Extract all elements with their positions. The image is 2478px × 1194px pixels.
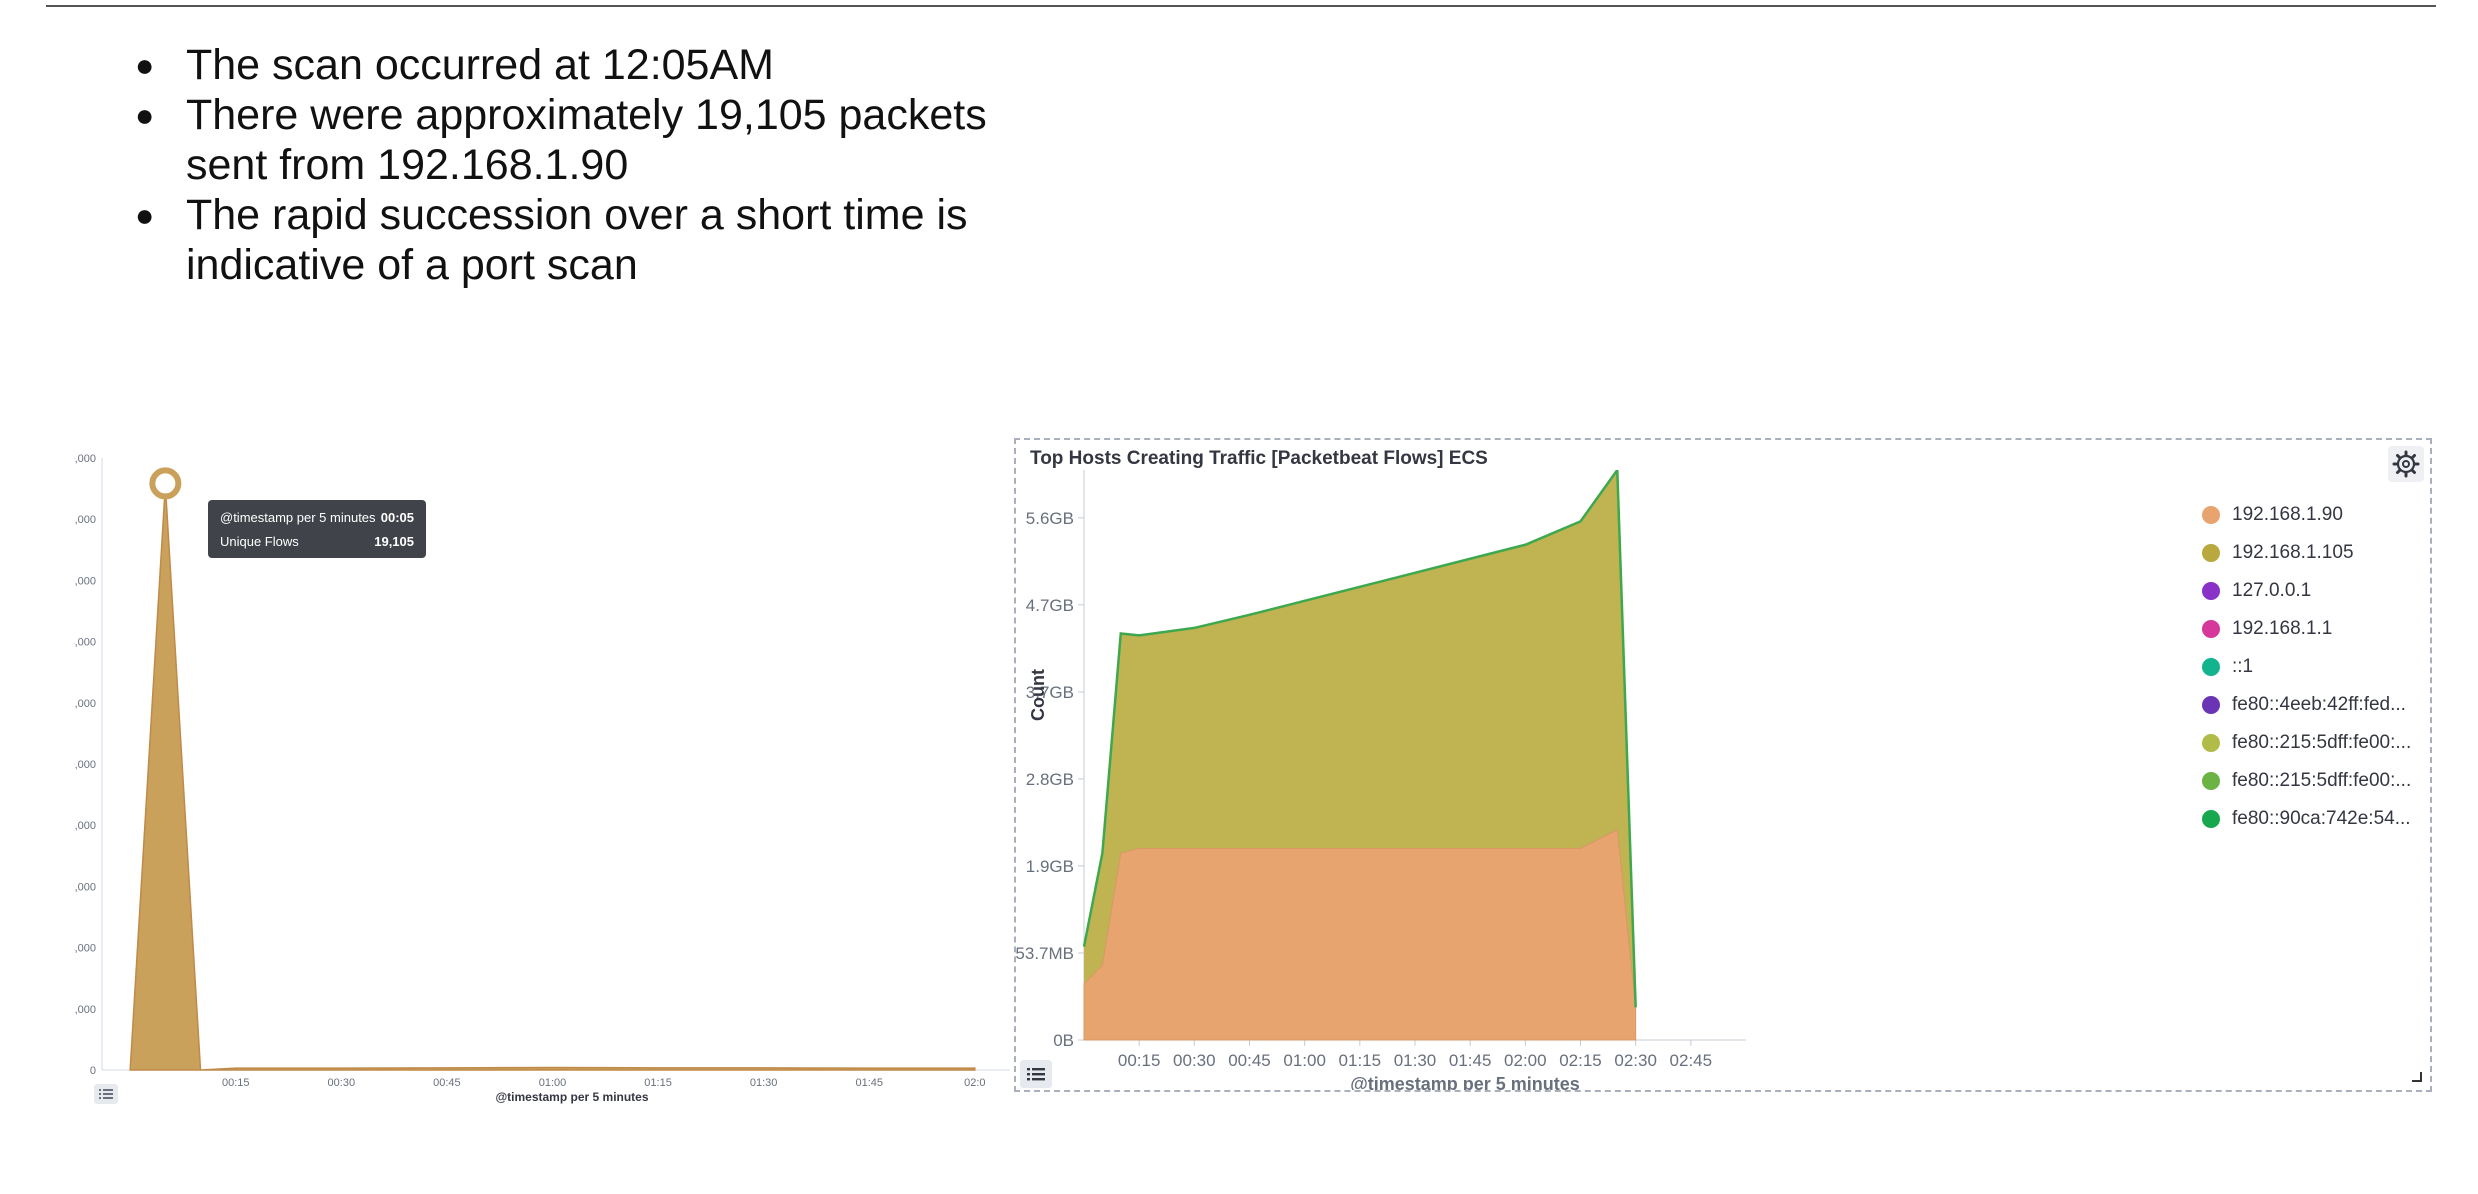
y-tick-label: 4,000 — [74, 943, 96, 955]
x-tick-label: 02:45 — [1670, 1051, 1713, 1070]
legend-item[interactable]: fe80::215:5dff:fe00:... — [2202, 762, 2411, 800]
list-icon — [99, 1089, 113, 1099]
x-tick-label: 02:00 — [1504, 1051, 1547, 1070]
y-tick-label: 14,000 — [74, 637, 96, 649]
y-axis-title: Count — [1028, 669, 1048, 721]
legend-label: 192.168.1.1 — [2232, 618, 2333, 639]
bullet-item: There were approximately 19,105 packets … — [130, 90, 1046, 190]
tooltip-label-timestamp: @timestamp per 5 minutes — [220, 510, 376, 525]
bullet-list: The scan occurred at 12:05AM There were … — [130, 40, 1046, 290]
x-tick-label: 00:45 — [433, 1077, 461, 1089]
x-tick-label: 02:15 — [1559, 1051, 1602, 1070]
legend-label: fe80::90ca:742e:54... — [2232, 808, 2411, 829]
x-tick-label: 00:30 — [328, 1077, 356, 1089]
x-tick-label: 02:0 — [964, 1077, 985, 1089]
legend-color-dot — [2202, 620, 2220, 638]
bullet-item: The rapid succession over a short time i… — [130, 190, 1046, 290]
x-tick-label: 01:15 — [1339, 1051, 1382, 1070]
panel-title: Top Hosts Creating Traffic [Packetbeat F… — [1030, 448, 1488, 469]
bullet-item: The scan occurred at 12:05AM — [130, 40, 1046, 90]
legend-label: 127.0.0.1 — [2232, 580, 2312, 601]
legend-color-dot — [2202, 734, 2220, 752]
y-tick-label: 2.8GB — [1026, 770, 1074, 789]
x-tick-label: 01:45 — [1449, 1051, 1492, 1070]
top-hosts-chart: 0B953.7MB1.9GB2.8GB3.7GB4.7GB5.6GB00:150… — [1016, 470, 1746, 1090]
tooltip-value-timestamp: 00:05 — [380, 510, 414, 525]
resize-handle[interactable] — [2412, 1072, 2422, 1082]
tooltip-value-flows: 19,105 — [374, 534, 414, 549]
x-tick-label: 00:30 — [1173, 1051, 1216, 1070]
top-hosts-panel: Top Hosts Creating Traffic [Packetbeat F… — [1014, 438, 2432, 1092]
list-icon — [1027, 1068, 1045, 1081]
legend-label: 192.168.1.105 — [2232, 542, 2354, 563]
x-tick-label: 02:30 — [1614, 1051, 1657, 1070]
x-axis-title: @timestamp per 5 minutes — [1350, 1074, 1580, 1090]
legend-label: fe80::215:5dff:fe00:... — [2232, 770, 2412, 791]
y-tick-label: 12,000 — [74, 698, 96, 710]
y-tick-label: 4.7GB — [1026, 596, 1074, 615]
legend-label: ::1 — [2232, 656, 2254, 677]
y-tick-label: 0 — [90, 1065, 96, 1077]
y-tick-label: 6,000 — [74, 881, 96, 893]
legend-label: fe80::215:5dff:fe00:... — [2232, 732, 2412, 753]
y-tick-label: 2,000 — [74, 1004, 96, 1016]
peak-marker — [149, 467, 182, 500]
legend-color-dot — [2202, 772, 2220, 790]
legend-item[interactable]: 192.168.1.1 — [2202, 610, 2411, 648]
y-tick-label: 953.7MB — [1016, 944, 1074, 963]
legend-item[interactable]: 192.168.1.105 — [2202, 534, 2411, 572]
legend-color-dot — [2202, 658, 2220, 676]
x-tick-label: 01:30 — [1394, 1051, 1437, 1070]
y-tick-label: 16,000 — [74, 575, 96, 587]
legend-toggle-button[interactable] — [1020, 1060, 1052, 1088]
unique-flows-panel: 0 2,000 4,000 6,000 8,000 10,000 12,000 14,000 1… — [74, 438, 1010, 1106]
y-tick-label: 1.9GB — [1026, 857, 1074, 876]
legend-color-dot — [2202, 696, 2220, 714]
panel-settings-button[interactable] — [2388, 446, 2424, 482]
x-tick-label: 01:00 — [1283, 1051, 1326, 1070]
legend-color-dot — [2202, 506, 2220, 524]
legend-item[interactable]: fe80::215:5dff:fe00:... — [2202, 724, 2411, 762]
legend-item[interactable]: ::1 — [2202, 648, 2411, 686]
y-tick-label: 0B — [1053, 1031, 1074, 1050]
x-tick-label: 01:00 — [539, 1077, 567, 1089]
x-tick-label: 01:45 — [855, 1077, 883, 1089]
legend-toggle-button[interactable] — [94, 1084, 118, 1104]
legend-color-dot — [2202, 544, 2220, 562]
top-divider — [46, 5, 2436, 7]
legend-color-dot — [2202, 810, 2220, 828]
series-area-192-168-1-90 — [1083, 828, 1637, 1041]
y-tick-label: 5.6GB — [1026, 509, 1074, 528]
legend-color-dot — [2202, 582, 2220, 600]
tooltip-label-flows: Unique Flows — [220, 534, 299, 549]
x-tick-label: 01:30 — [750, 1077, 778, 1089]
y-tick-label: 20,000 — [74, 453, 96, 465]
legend-item[interactable]: fe80::90ca:742e:54... — [2202, 800, 2411, 838]
x-tick-label: 00:45 — [1228, 1051, 1271, 1070]
flows-area — [129, 485, 976, 1071]
gear-icon — [2392, 450, 2420, 478]
x-axis-title: @timestamp per 5 minutes — [495, 1090, 648, 1104]
y-tick-label: 10,000 — [74, 759, 96, 771]
legend-item[interactable]: 192.168.1.90 — [2202, 496, 2411, 534]
legend-item[interactable]: 127.0.0.1 — [2202, 572, 2411, 610]
legend-label: fe80::4eeb:42ff:fed... — [2232, 694, 2406, 715]
legend-item[interactable]: fe80::4eeb:42ff:fed... — [2202, 686, 2411, 724]
x-tick-label: 01:15 — [644, 1077, 672, 1089]
x-tick-label: 00:15 — [222, 1077, 250, 1089]
chart-tooltip: @timestamp per 5 minutes 00:05 Unique Fl… — [208, 500, 426, 558]
y-tick-label: 8,000 — [74, 820, 96, 832]
y-tick-label: 18,000 — [74, 514, 96, 526]
chart-legend: 192.168.1.90 192.168.1.105 127.0.0.1 192.16… — [2202, 496, 2411, 838]
x-tick-label: 00:15 — [1118, 1051, 1161, 1070]
legend-label: 192.168.1.90 — [2232, 504, 2343, 525]
